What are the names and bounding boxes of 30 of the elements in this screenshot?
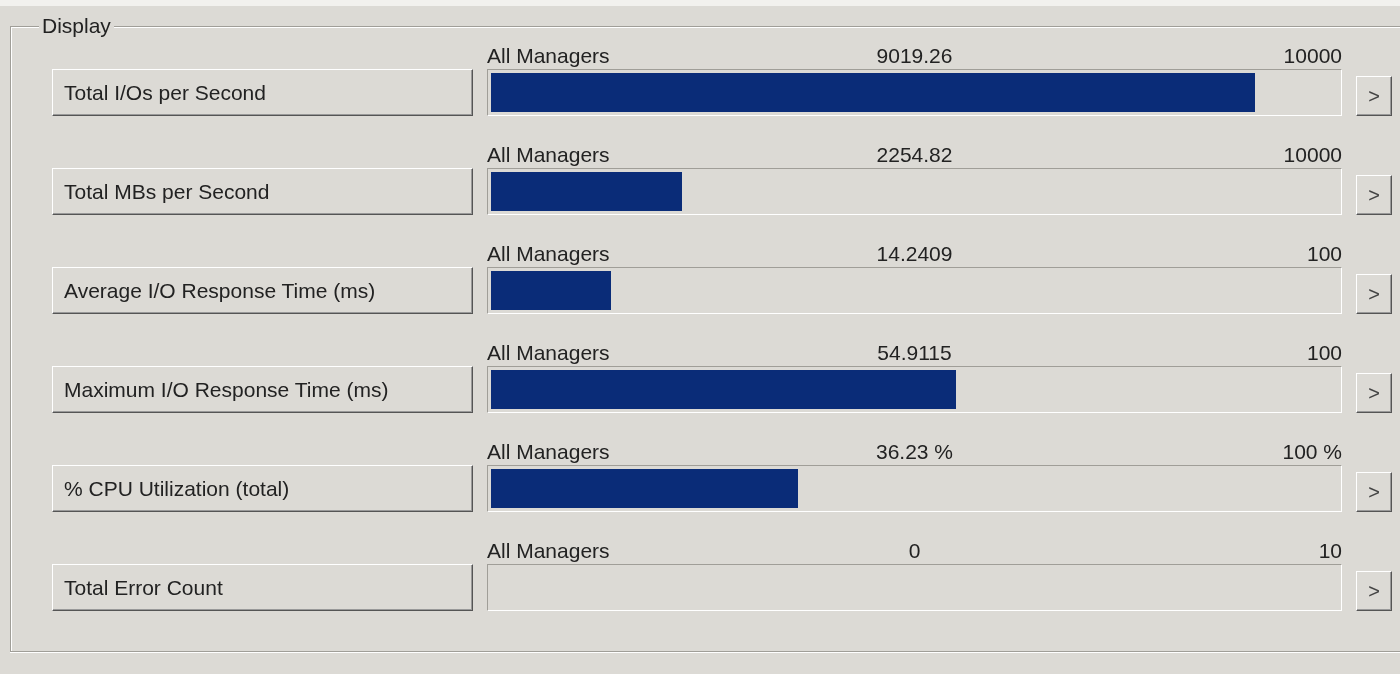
- metric-button[interactable]: Total MBs per Second: [52, 168, 473, 215]
- meter-reading: 54.9115: [877, 340, 952, 366]
- metric-button[interactable]: Maximum I/O Response Time (ms): [52, 366, 473, 413]
- expand-button[interactable]: >: [1356, 571, 1392, 611]
- metric-button[interactable]: Total I/Os per Second: [52, 69, 473, 116]
- meter-reading: 0: [908, 538, 921, 564]
- meter-reading: 14.2409: [876, 241, 953, 267]
- scope-label: All Managers: [487, 142, 611, 168]
- meter-max: 100: [1305, 241, 1342, 267]
- meter-reading: 36.23 %: [875, 439, 954, 465]
- meter-max: 10: [1317, 538, 1342, 564]
- meter-max: 100: [1305, 340, 1342, 366]
- scope-label: All Managers: [487, 340, 611, 366]
- meter-max: 100 %: [1281, 439, 1342, 465]
- meter-reading: 2254.82: [876, 142, 953, 168]
- scope-label: All Managers: [487, 439, 611, 465]
- scope-label: All Managers: [487, 538, 611, 564]
- scope-label: All Managers: [487, 241, 611, 267]
- expand-button[interactable]: >: [1356, 274, 1392, 314]
- expand-button[interactable]: >: [1356, 373, 1392, 413]
- meter-max: 10000: [1282, 43, 1342, 69]
- expand-button[interactable]: >: [1356, 472, 1392, 512]
- meter-reading: 9019.26: [876, 43, 953, 69]
- expand-button[interactable]: >: [1356, 76, 1392, 116]
- metric-button[interactable]: % CPU Utilization (total): [52, 465, 473, 512]
- expand-button[interactable]: >: [1356, 175, 1392, 215]
- metric-button[interactable]: Average I/O Response Time (ms): [52, 267, 473, 314]
- metric-button[interactable]: Total Error Count: [52, 564, 473, 611]
- meter-max: 10000: [1282, 142, 1342, 168]
- scope-label: All Managers: [487, 43, 611, 69]
